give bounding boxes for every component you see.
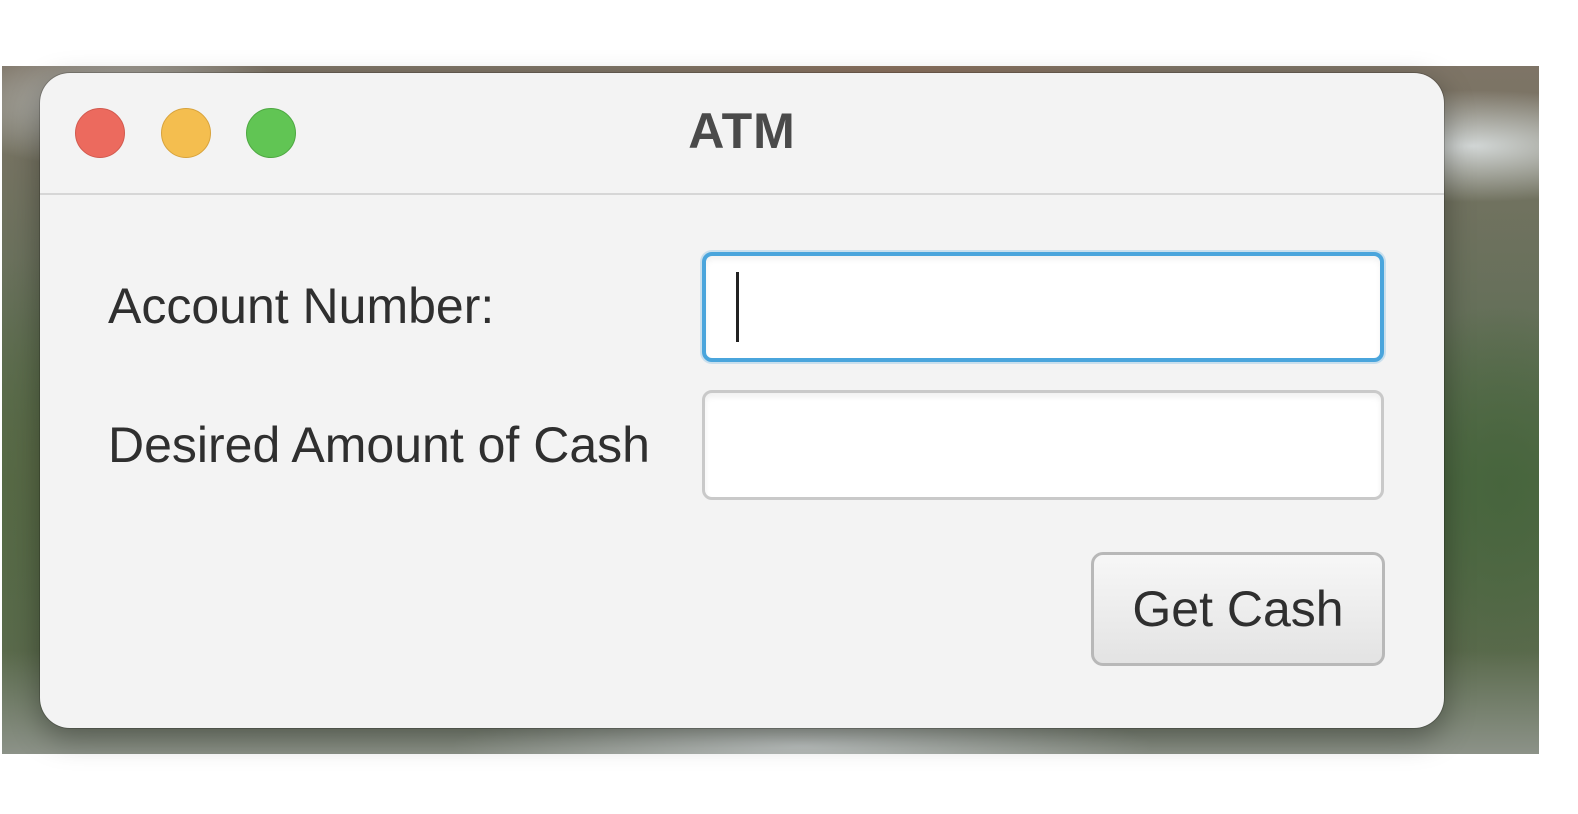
title-bar: ATM <box>40 73 1444 195</box>
get-cash-button[interactable]: Get Cash <box>1091 552 1385 666</box>
account-number-label: Account Number: <box>108 278 495 334</box>
account-number-field[interactable] <box>702 252 1384 362</box>
atm-window: ATM Account Number: Desired Amount of Ca… <box>40 73 1444 728</box>
text-caret <box>736 272 739 342</box>
desired-amount-label: Desired Amount of Cash <box>108 417 650 473</box>
desired-amount-field[interactable] <box>702 390 1384 500</box>
window-title: ATM <box>688 103 796 159</box>
